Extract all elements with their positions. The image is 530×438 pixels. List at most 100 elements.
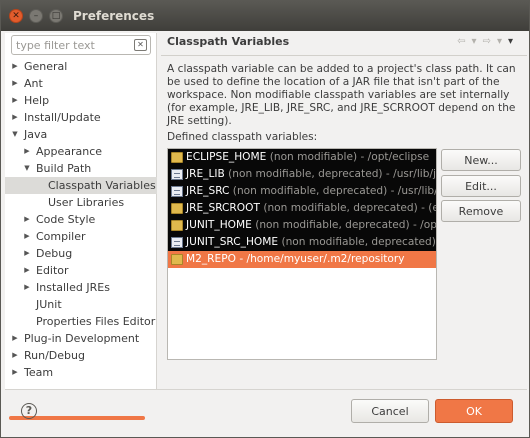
collapsed-arrow-icon[interactable]: ▶ [23,228,31,245]
collapsed-arrow-icon[interactable]: ▶ [23,143,31,160]
tree-item-label: Compiler [36,230,86,243]
tree-item-label: Java [24,128,48,141]
tree-item[interactable]: ▶ Plug-in Development [5,330,157,347]
jar-file-icon [171,237,183,248]
forward-menu-chevron-icon[interactable]: ▾ [497,36,502,47]
tree-item[interactable]: User Libraries [5,194,157,211]
tree-item-label: Appearance [36,145,103,158]
tree-item-label: Properties Files Editor [36,315,156,328]
tree-item[interactable]: JUnit [5,296,157,313]
collapsed-arrow-icon[interactable]: ▶ [23,262,31,279]
variables-list-label: Defined classpath variables: [167,131,318,143]
tree-item[interactable]: Classpath Variables [5,177,157,194]
collapsed-arrow-icon[interactable]: ▶ [11,347,19,364]
variable-name: JUNIT_HOME [186,219,252,231]
variable-row[interactable]: JRE_SRC (non modifiable, deprecated) - /… [168,183,436,200]
tree-item[interactable]: ▶ Code Style [5,211,157,228]
close-window-button[interactable]: ✕ [9,9,23,23]
collapsed-arrow-icon[interactable]: ▶ [11,109,19,126]
variable-detail: (non modifiable, deprecated) - /opt/ [251,219,437,231]
filter-box[interactable]: ✕ [11,35,151,55]
minimize-window-button[interactable]: – [29,9,43,23]
preference-tree-pane: ✕ ▶General▶Ant▶Help▶Install/Update▼Java▶… [5,33,157,420]
tree-item[interactable]: ▶ Run/Debug [5,347,157,364]
tree-item[interactable]: ▼ Java [5,126,157,143]
variable-name: JRE_SRCROOT [186,202,260,214]
classpath-variables-list[interactable]: ECLIPSE_HOME (non modifiable) - /opt/ecl… [167,148,437,360]
variable-row[interactable]: JRE_SRCROOT (non modifiable, deprecated)… [168,200,436,217]
preference-tree: ▶ General ▶ Ant ▶ Help ▶ Install/Update ▼ Java ▶ Ap… [5,58,157,381]
variable-row[interactable]: ECLIPSE_HOME (non modifiable) - /opt/ecl… [168,149,436,166]
forward-arrow-icon[interactable]: ⇨ [483,36,491,47]
remove-variable-button[interactable]: Remove [441,200,521,222]
help-icon[interactable]: ? [21,403,37,419]
tree-item[interactable]: ▶ Team [5,364,157,381]
preference-page: Classpath Variables ⇦ ▾ ⇨ ▾ ▾ A classpat… [161,33,527,389]
back-arrow-icon[interactable]: ⇦ [457,36,465,47]
tree-item[interactable]: ▶ Appearance [5,143,157,160]
back-menu-chevron-icon[interactable]: ▾ [472,36,477,47]
jar-file-icon [171,186,183,197]
tree-item-label: Debug [36,247,73,260]
variable-name: JUNIT_SRC_HOME [186,236,279,248]
view-menu-chevron-icon[interactable]: ▾ [508,36,513,47]
variable-detail: (non modifiable, deprecated) - /usr/lib/… [224,168,437,180]
cancel-button[interactable]: Cancel [351,399,429,423]
clear-filter-icon[interactable]: ✕ [134,39,147,51]
page-title: Classpath Variables [167,35,290,48]
ok-button[interactable]: OK [435,399,513,423]
variable-name: JRE_SRC [186,185,230,197]
variable-row[interactable]: JUNIT_HOME (non modifiable, deprecated) … [168,217,436,234]
tree-item-label: Run/Debug [24,349,85,362]
tree-item-label: General [24,60,68,73]
tree-item[interactable]: ▶ Ant [5,75,157,92]
collapsed-arrow-icon[interactable]: ▶ [23,245,31,262]
variable-row[interactable]: JUNIT_SRC_HOME (non modifiable, deprecat… [168,234,436,251]
window-title: Preferences [73,9,155,23]
expanded-arrow-icon[interactable]: ▼ [11,126,19,143]
variable-detail: (non modifiable, deprecated) - /usr/lib/… [229,185,437,197]
tree-item[interactable]: ▶ Editor [5,262,157,279]
variable-detail: (non modifiable) - /opt/eclipse [266,151,430,163]
maximize-window-button[interactable]: □ [49,9,63,23]
tree-item-label: Team [24,366,54,379]
collapsed-arrow-icon[interactable]: ▶ [11,330,19,347]
tree-item-label: Editor [36,264,69,277]
page-navigation: ⇦ ▾ ⇨ ▾ ▾ [457,36,513,47]
folder-icon [171,203,183,214]
tree-item[interactable]: ▶ Debug [5,245,157,262]
jar-file-icon [171,169,183,180]
tree-item-label: JUnit [36,298,62,311]
tree-item-label: User Libraries [48,196,125,209]
title-divider [161,55,527,56]
folder-icon [171,220,183,231]
variable-detail: - /home/myuser/.m2/repository [235,253,405,265]
collapsed-arrow-icon[interactable]: ▶ [23,211,31,228]
tree-item-label: Ant [24,77,43,90]
variable-row[interactable]: JRE_LIB (non modifiable, deprecated) - /… [168,166,436,183]
tree-item[interactable]: ▶ General [5,58,157,75]
tree-item-label: Installed JREs [36,281,110,294]
tree-item-label: Classpath Variables [48,179,156,192]
collapsed-arrow-icon[interactable]: ▶ [11,75,19,92]
tree-item[interactable]: ▶ Install/Update [5,109,157,126]
tree-item[interactable]: Properties Files Editor [5,313,157,330]
preferences-window: ✕ – □ Preferences ✕ ▶ General ▶ Ant ▶ Help ▶ In… [0,0,530,438]
variable-row[interactable]: M2_REPO - /home/myuser/.m2/repository [168,251,436,268]
tree-item[interactable]: ▶ Help [5,92,157,109]
tree-item[interactable]: ▶ Compiler [5,228,157,245]
collapsed-arrow-icon[interactable]: ▶ [11,364,19,381]
tree-item[interactable]: ▼ Build Path [5,160,157,177]
filter-input[interactable] [16,38,126,52]
tree-item[interactable]: ▶ Installed JREs [5,279,157,296]
dialog-divider [5,389,527,390]
collapsed-arrow-icon[interactable]: ▶ [23,279,31,296]
folder-icon [171,254,183,265]
expanded-arrow-icon[interactable]: ▼ [23,160,31,177]
tree-item-label: Build Path [36,162,92,175]
new-variable-button[interactable]: New... [441,149,521,171]
tree-item-label: Code Style [36,213,96,226]
collapsed-arrow-icon[interactable]: ▶ [11,58,19,75]
collapsed-arrow-icon[interactable]: ▶ [11,92,19,109]
edit-variable-button[interactable]: Edit... [441,175,521,197]
